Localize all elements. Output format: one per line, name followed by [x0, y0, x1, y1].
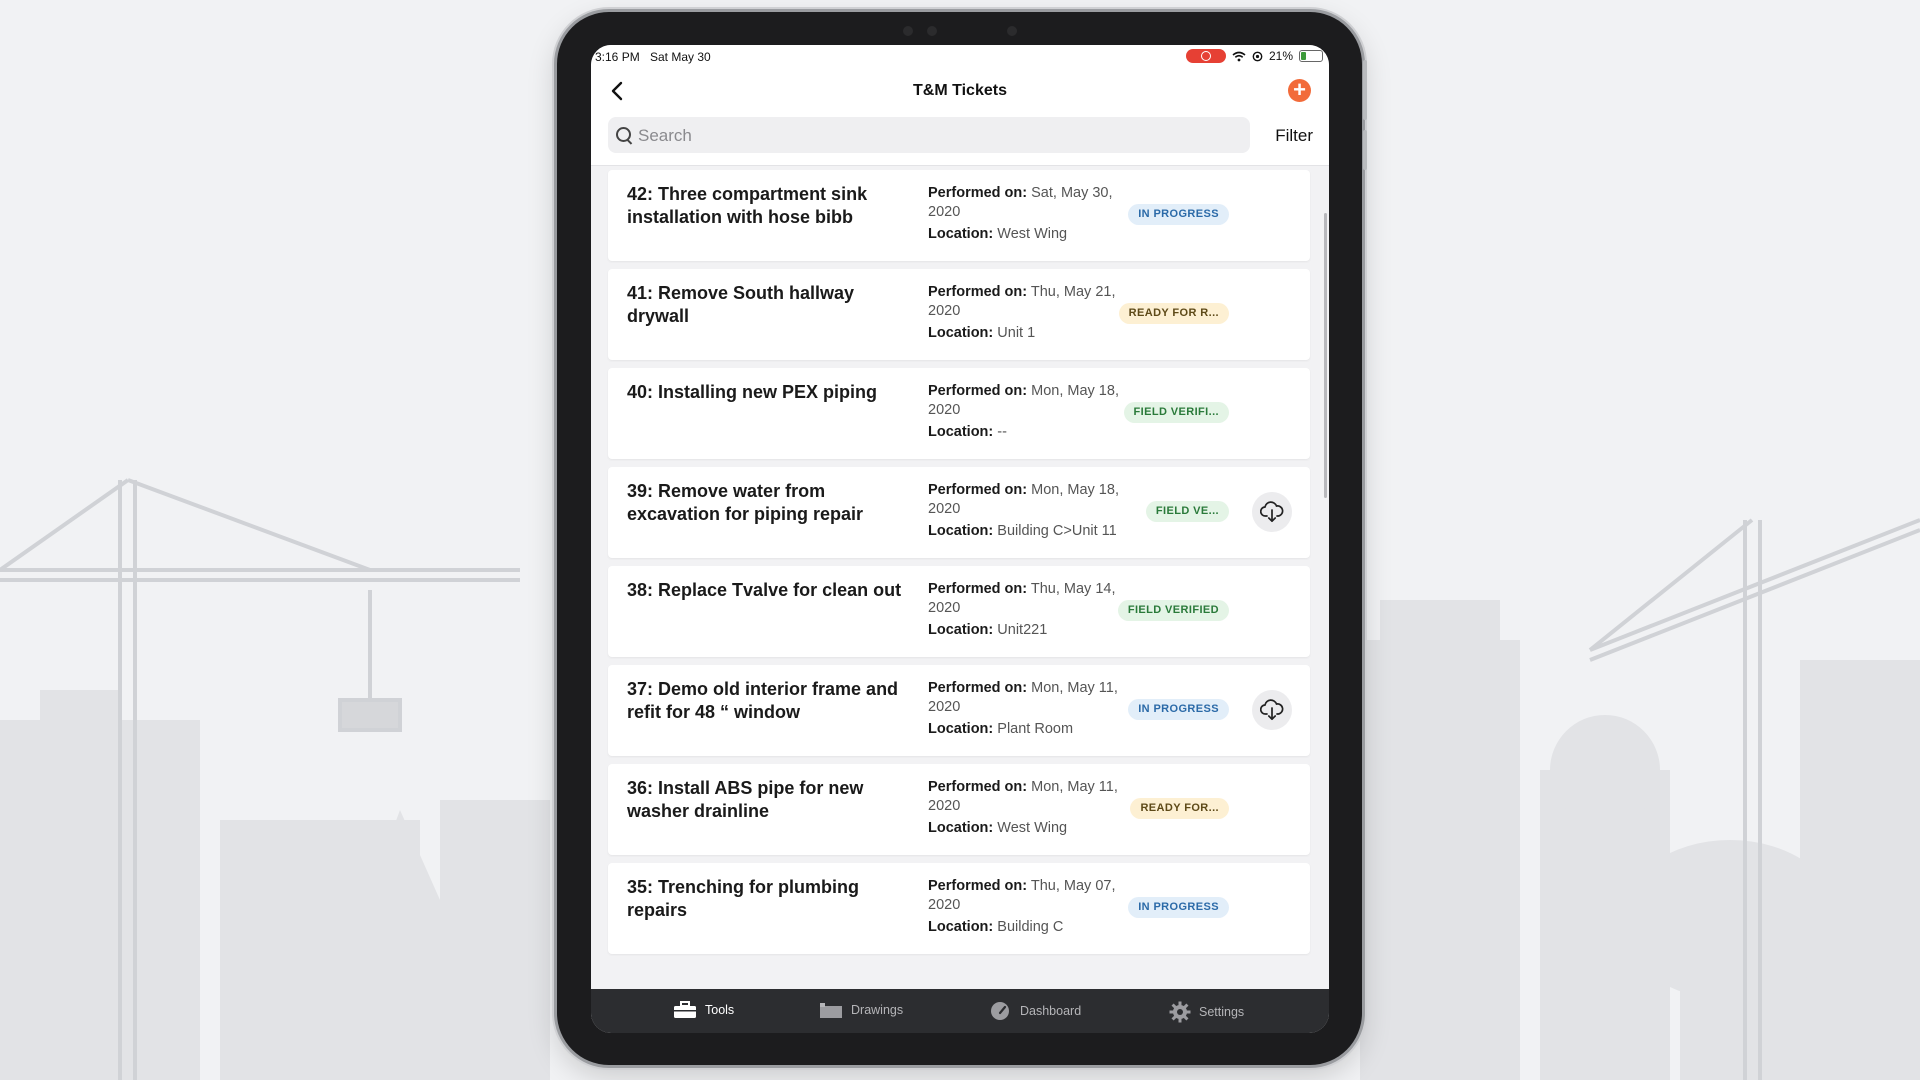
tab-label: Dashboard [1020, 1004, 1082, 1018]
ticket-meta: Performed on: Mon, May 18, 2020 Location:… [928, 481, 1133, 541]
location-label: Location: [928, 622, 994, 638]
status-bar: 3:16 PM Sat May 30 21% [591, 45, 1329, 69]
plus-circle-icon[interactable]: + [1288, 79, 1311, 102]
gauge-icon [991, 1002, 1009, 1020]
ticket-card[interactable]: 42: Three compartment sink installation … [608, 170, 1310, 261]
app-screen: 3:16 PM Sat May 30 21% T&M Tickets + Sea… [591, 45, 1329, 1033]
location-value: Plant Room [997, 721, 1074, 737]
drawings-icon [820, 1003, 842, 1018]
location-value: Unit221 [997, 622, 1048, 638]
volume-button [1363, 60, 1367, 120]
location-label: Location: [928, 226, 994, 242]
location-value: West Wing [997, 820, 1068, 836]
performed-label: Performed on: [928, 185, 1028, 201]
status-badge: FIELD VE... [1145, 501, 1229, 522]
ticket-card[interactable]: 39: Remove water from excavation for pip… [608, 467, 1310, 558]
location-label: Location: [928, 325, 994, 341]
performed-label: Performed on: [928, 878, 1028, 894]
camera-dot [1007, 26, 1017, 36]
status-time: 3:16 PM [595, 50, 640, 64]
ticket-card[interactable]: 36: Install ABS pipe for new washer drai… [608, 764, 1310, 855]
scrollbar[interactable] [1324, 213, 1327, 498]
wifi-icon [1232, 51, 1246, 61]
ticket-title: 41: Remove South hallway drywall [627, 283, 855, 326]
download-button[interactable] [1252, 492, 1292, 532]
location-value: West Wing [997, 226, 1068, 242]
toolbox-icon [674, 1001, 696, 1018]
search-field[interactable] [608, 117, 1250, 155]
ticket-meta: Performed on: Thu, May 14, 2020 Location:… [928, 580, 1133, 640]
location-value: Building C [997, 919, 1064, 935]
tab-settings[interactable]: Settings [1169, 1001, 1244, 1023]
ticket-card[interactable]: 37: Demo old interior frame and refit fo… [608, 665, 1310, 756]
location-label: Location: [928, 919, 994, 935]
search-input[interactable] [636, 117, 1240, 155]
performed-label: Performed on: [928, 680, 1028, 696]
camera-dot [927, 26, 937, 36]
location-lock-icon [1252, 51, 1263, 61]
status-badge: IN PROGRESS [1128, 897, 1229, 918]
performed-label: Performed on: [928, 482, 1028, 498]
performed-label: Performed on: [928, 779, 1028, 795]
status-icons: 21% [1185, 49, 1323, 63]
tab-dashboard[interactable]: Dashboard [988, 1001, 1081, 1021]
performed-label: Performed on: [928, 383, 1028, 399]
search-icon [616, 127, 631, 142]
download-button[interactable] [1252, 690, 1292, 730]
ticket-card[interactable]: 35: Trenching for plumbing repairs Perfor… [608, 863, 1310, 954]
ticket-title: 42: Three compartment sink installation … [627, 184, 868, 227]
tab-drawings[interactable]: Drawings [819, 1001, 903, 1019]
ticket-title: 35: Trenching for plumbing repairs [627, 877, 860, 920]
status-badge: READY FOR R... [1118, 303, 1229, 324]
cloud-download-icon [1260, 501, 1284, 523]
ticket-meta: Performed on: Mon, May 11, 2020 Location:… [928, 679, 1133, 739]
ticket-title: 40: Installing new PEX piping [627, 382, 878, 402]
tab-tools[interactable]: Tools [673, 1001, 734, 1019]
ticket-card[interactable]: 41: Remove South hallway drywall Performe… [608, 269, 1310, 360]
search-bar: Filter [591, 113, 1329, 166]
ticket-meta: Performed on: Sat, May 30, 2020 Location:… [928, 184, 1133, 244]
status-badge: FIELD VERIFI... [1123, 402, 1229, 423]
volume-button [1363, 130, 1367, 170]
page-title: T&M Tickets [913, 82, 1007, 99]
location-label: Location: [928, 820, 994, 836]
camera-dot [903, 26, 913, 36]
screen-record-icon [1185, 49, 1226, 63]
location-label: Location: [928, 424, 994, 440]
ticket-meta: Performed on: Thu, May 21, 2020 Location:… [928, 283, 1133, 343]
gear-icon [1169, 1001, 1191, 1023]
status-badge: READY FOR... [1130, 798, 1229, 819]
ticket-meta: Performed on: Thu, May 07, 2020 Location:… [928, 877, 1133, 937]
tab-label: Drawings [851, 1003, 904, 1017]
ticket-card[interactable]: 40: Installing new PEX piping Performed o… [608, 368, 1310, 459]
performed-label: Performed on: [928, 284, 1028, 300]
ticket-title: 39: Remove water from excavation for pip… [627, 481, 864, 524]
ticket-title: 37: Demo old interior frame and refit fo… [627, 679, 899, 722]
battery-icon [1299, 50, 1323, 62]
performed-label: Performed on: [928, 581, 1028, 597]
tab-label: Tools [705, 1003, 735, 1017]
cloud-download-icon [1260, 699, 1284, 721]
ticket-meta: Performed on: Mon, May 11, 2020 Location:… [928, 778, 1133, 838]
status-badge: FIELD VERIFIED [1117, 600, 1229, 621]
location-label: Location: [928, 721, 994, 737]
filter-button[interactable]: Filter [1275, 126, 1313, 146]
location-value: -- [997, 424, 1007, 440]
ticket-meta: Performed on: Mon, May 18, 2020 Location:… [928, 382, 1133, 442]
ticket-title: 38: Replace Tvalve for clean out [627, 580, 902, 600]
location-value: Unit 1 [997, 325, 1036, 341]
tab-label: Settings [1199, 1005, 1245, 1019]
ticket-card[interactable]: 38: Replace Tvalve for clean out Performe… [608, 566, 1310, 657]
battery-percent: 21% [1268, 49, 1293, 63]
ticket-title: 36: Install ABS pipe for new washer drai… [627, 778, 864, 821]
status-badge: IN PROGRESS [1128, 204, 1229, 225]
status-date: Sat May 30 [650, 50, 711, 64]
nav-bar: T&M Tickets + [591, 69, 1329, 113]
status-badge: IN PROGRESS [1128, 699, 1229, 720]
location-value: Building C>Unit 11 [997, 523, 1117, 539]
location-label: Location: [928, 523, 994, 539]
tab-bar: Tools Drawings Dashboard Settings [591, 989, 1329, 1033]
